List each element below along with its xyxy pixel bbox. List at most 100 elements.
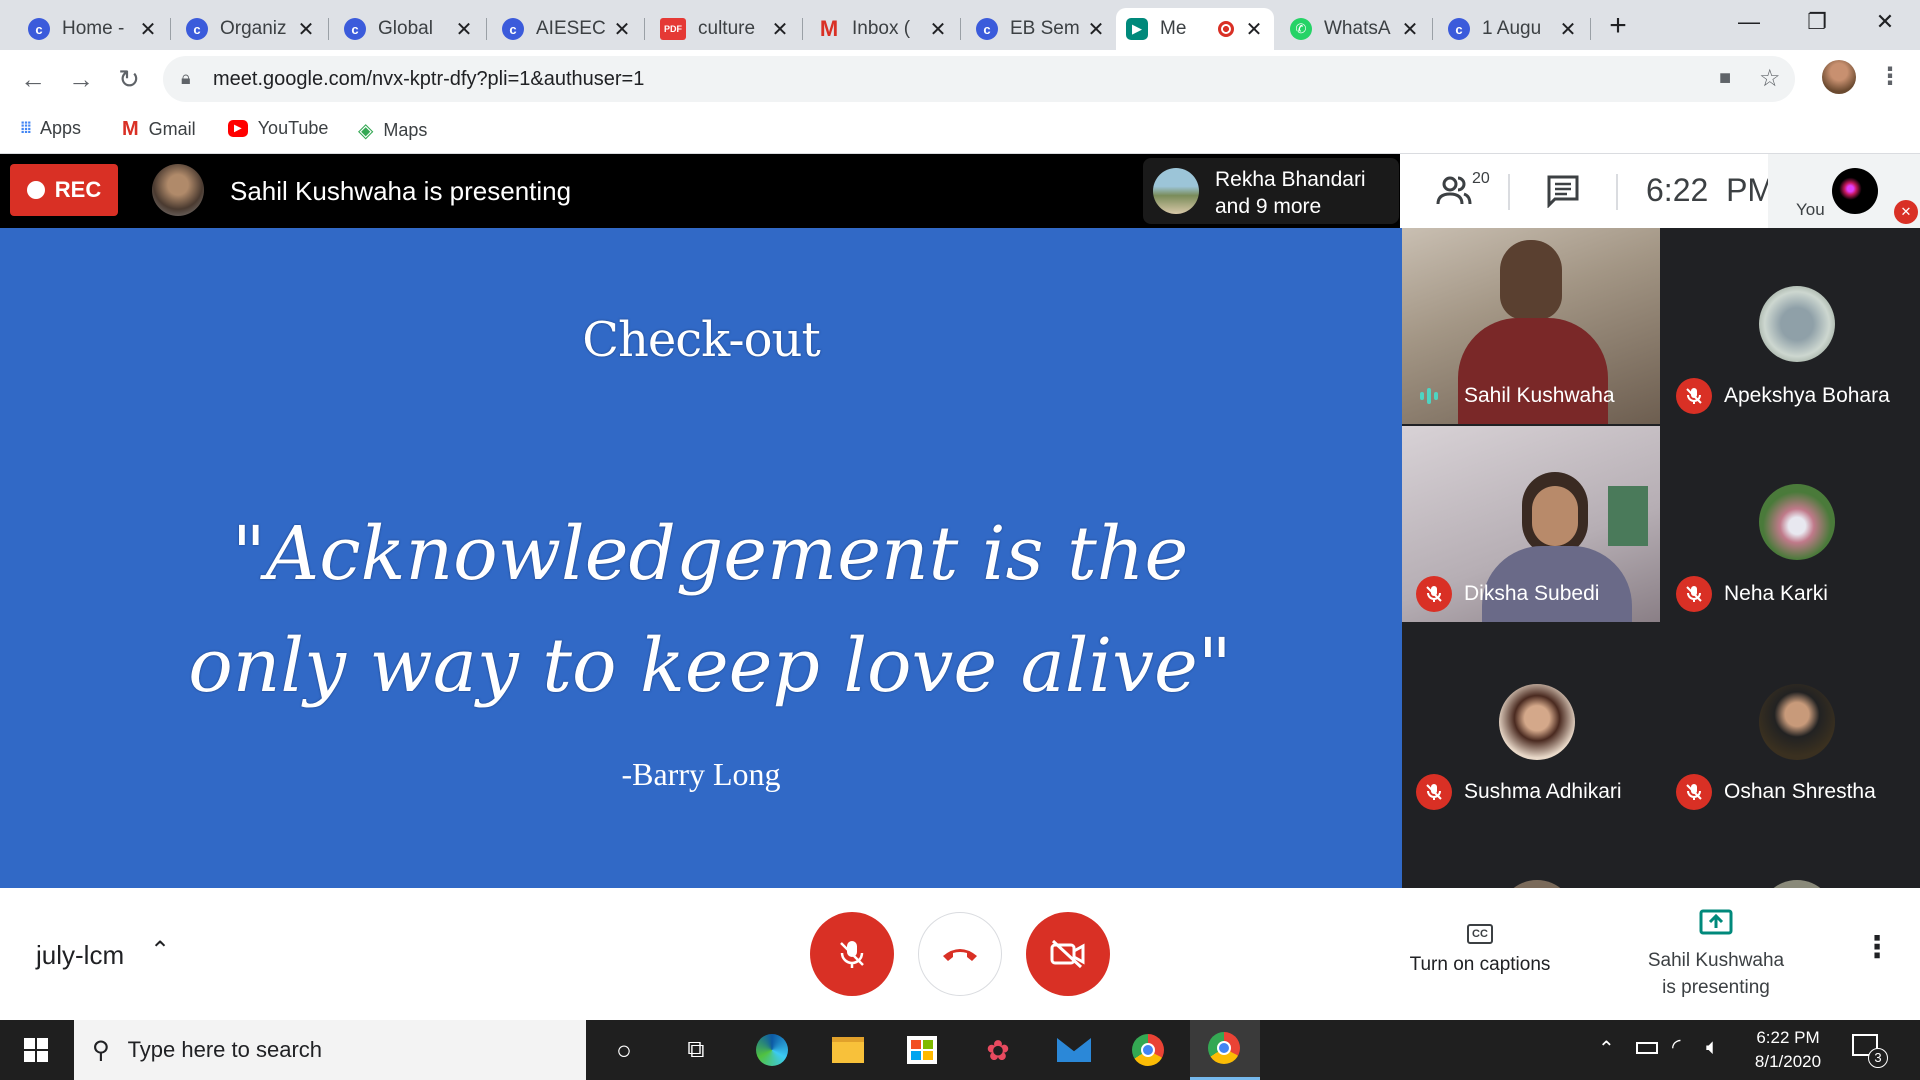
participant-name: Oshan Shrestha [1724,780,1876,803]
maximize-button[interactable]: ❐ [1782,0,1852,44]
menu-icon[interactable]: ⋮ [1878,62,1902,91]
bookmark-apps[interactable]: ⁞⁞⁞ Apps [20,118,81,139]
phone-hangup-icon [943,949,977,961]
meeting-name[interactable]: july-lcm [36,940,124,971]
participant-tile[interactable]: Neha Karki [1662,426,1920,622]
reload-button[interactable]: ↻ [110,60,148,98]
close-icon[interactable]: ✕ [296,17,316,42]
bookmark-youtube[interactable]: ▶ YouTube [228,118,328,139]
close-icon[interactable]: ✕ [1086,17,1106,42]
minimize-button[interactable]: — [1714,0,1784,44]
bookmark-label: Maps [383,120,428,140]
close-icon[interactable]: ✕ [138,17,158,42]
presenter-name: Sahil Kushwaha [1647,950,1785,971]
muted-mic-icon [1416,774,1452,810]
system-clock[interactable]: 6:22 PM 8/1/2020 [1746,1026,1830,1074]
camera-toggle-button[interactable] [1026,912,1110,996]
bookmark-maps[interactable]: ◈ Maps [358,118,427,143]
battery-icon[interactable] [1636,1042,1658,1054]
self-view[interactable]: You ✕ [1768,154,1920,228]
browser-tab-strip: c Home - ✕ c Organiz ✕ c Global ✕ c AIES… [0,0,1920,50]
clock-time: 6:22 PM [1756,1028,1820,1047]
participant-tile[interactable]: Apekshya Bohara [1662,228,1920,424]
browser-tab[interactable]: M Inbox ( ✕ [808,8,958,50]
leave-call-button[interactable] [918,912,1002,996]
presentation-slide: Check-out "Acknowledgement is the only w… [0,228,1402,888]
participant-tile[interactable]: Oshan Shrestha [1662,624,1920,820]
participant-avatar [1759,484,1835,560]
chevron-up-icon[interactable]: ⌃ [1598,1036,1615,1061]
whatsapp-icon: ✆ [1290,18,1312,40]
browser-tab[interactable]: c 1 Augu ✕ [1438,8,1588,50]
taskbar-search[interactable]: ⚲ Type here to search [74,1020,586,1080]
forward-button[interactable]: → [62,60,100,98]
c-icon: c [502,18,524,40]
youtube-icon: ▶ [228,120,248,137]
participant-tile[interactable]: Sushma Adhikari [1402,624,1660,820]
meet-top-right: 20 6:22 PM You ✕ [1400,154,1920,228]
new-tab-button[interactable]: + [1600,8,1636,44]
chrome-icon[interactable] [1128,1032,1168,1068]
participant-tile[interactable]: Diksha Subedi [1402,426,1660,622]
speaking-icon [1420,388,1438,404]
close-icon[interactable]: ✕ [1400,17,1420,42]
chat-button[interactable] [1546,174,1580,213]
captions-button[interactable]: CC Turn on captions [1400,924,1560,1004]
browser-tab[interactable]: PDF culture ✕ [650,8,800,50]
meeting-clock: 6:22 PM [1646,172,1775,208]
chevron-up-icon[interactable]: ⌃ [150,936,170,965]
recording-badge: REC [10,164,118,216]
start-button[interactable] [16,1032,56,1068]
wifi-icon[interactable]: ◜ [1672,1034,1681,1060]
file-explorer-icon[interactable] [828,1032,868,1068]
camera-icon[interactable]: ■ [1719,67,1731,90]
c-icon: c [976,18,998,40]
profile-avatar[interactable] [1822,60,1856,94]
browser-tab[interactable]: c Home - ✕ [18,8,168,50]
browser-tab[interactable]: c Organiz ✕ [176,8,326,50]
tab-title: Inbox ( [852,18,911,39]
browser-tab-active[interactable]: ▶ Me ✕ [1116,8,1274,50]
store-icon[interactable] [902,1032,942,1068]
edge-icon[interactable] [752,1032,792,1068]
close-icon[interactable]: ✕ [1558,17,1578,42]
notification-center[interactable]: 3 [1852,1034,1888,1068]
mail-icon[interactable] [1054,1032,1094,1068]
presentation-button[interactable]: Sahil Kushwaha is presenting [1616,908,1816,1008]
camera-off-icon [1050,939,1085,969]
browser-tab[interactable]: ✆ WhatsA ✕ [1280,8,1430,50]
people-button[interactable]: 20 [1434,170,1494,212]
close-icon[interactable]: ✕ [770,17,790,42]
close-window-button[interactable]: ✕ [1850,0,1920,44]
close-icon[interactable]: ✕ [612,17,632,42]
tab-title: EB Sem [1010,18,1080,39]
meet-icon: ▶ [1126,18,1148,40]
more-options-icon[interactable]: ⋮ [1862,930,1892,965]
browser-tab[interactable]: c EB Sem ✕ [966,8,1116,50]
recording-icon [1218,21,1234,37]
task-view-icon[interactable]: ⧉ [676,1032,716,1068]
paint-icon[interactable]: ✿ [978,1032,1018,1068]
browser-tab[interactable]: c Global ✕ [334,8,484,50]
participant-tile[interactable]: Sahil Kushwaha [1402,228,1660,424]
participant-name: Diksha Subedi [1464,582,1600,605]
close-icon[interactable]: ✕ [454,17,474,42]
address-bar[interactable]: 🔒︎ meet.google.com/nvx-kptr-dfy?pli=1&au… [163,56,1795,102]
you-label: You [1796,200,1825,219]
back-button[interactable]: ← [14,60,52,98]
close-icon[interactable]: ✕ [928,17,948,42]
chrome-active-icon[interactable] [1190,1020,1260,1080]
tab-title: Me [1160,18,1187,39]
volume-icon[interactable]: 🔈︎ [1706,1034,1719,1060]
muted-mic-icon [1676,774,1712,810]
bookmark-label: Apps [39,118,82,138]
bookmark-gmail[interactable]: M Gmail [122,118,196,141]
other-participants-chip[interactable]: Rekha Bhandari and 9 more [1143,158,1399,224]
mic-toggle-button[interactable] [810,912,894,996]
star-icon[interactable]: ☆ [1759,64,1781,93]
url-text: meet.google.com/nvx-kptr-dfy?pli=1&authu… [213,68,645,90]
browser-tab[interactable]: c AIESEC ✕ [492,8,642,50]
participant-name: Rekha Bhandari [1215,168,1366,191]
close-icon[interactable]: ✕ [1244,17,1264,42]
cortana-icon[interactable]: ○ [604,1032,644,1068]
